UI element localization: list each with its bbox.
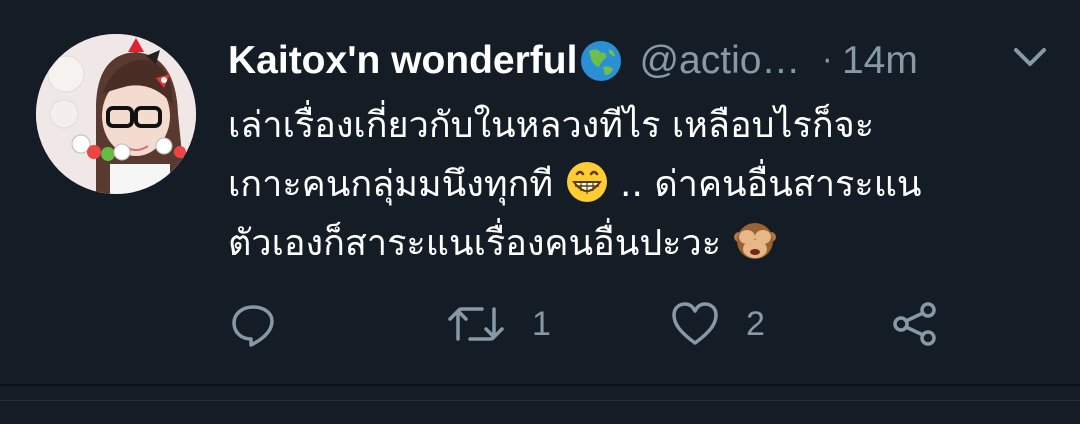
tweet-text-segment: ตัวเองก็สาระแนเรื่องคนอื่นปะวะ [228, 223, 733, 264]
next-tweet-edge [0, 400, 1080, 401]
grinning-face-icon [566, 162, 607, 202]
tweet-text-line: เล่าเรื่องเกี่ยวกับในหลวงทีไร เหลือบไรก็… [228, 96, 1058, 155]
avatar[interactable] [36, 34, 196, 194]
tweet-text-line: เกาะคนกลุ่มมนึงทุกที .. ด่าคนอื่นสาระแน [228, 155, 1058, 214]
tweet-header: Kaitox'n wonderful @actio… · 14m [228, 34, 918, 88]
like-button[interactable]: 2 [670, 296, 765, 352]
tweet-text: เล่าเรื่องเกี่ยวกับในหลวงทีไร เหลือบไรก็… [228, 96, 1058, 273]
see-no-evil-monkey-icon [733, 223, 776, 259]
tweet-text-segment: .. ด่าคนอื่นสาระแน [620, 164, 922, 205]
tweet-text-segment: เกาะคนกลุ่มมนึงทุกที [228, 164, 565, 205]
share-button[interactable] [890, 296, 940, 352]
globe-asia-australia-icon [581, 41, 622, 81]
retweet-icon [448, 307, 504, 341]
chevron-down-icon[interactable] [1010, 42, 1050, 72]
heart-icon [672, 302, 718, 345]
tweet-timestamp[interactable]: 14m [842, 39, 918, 83]
tweet-divider [0, 384, 1080, 386]
meta-separator: · [822, 43, 832, 79]
avatar-image [36, 34, 196, 194]
tweet-text-line: ตัวเองก็สาระแนเรื่องคนอื่นปะวะ [228, 214, 1058, 273]
author-handle[interactable]: @actio… [639, 39, 800, 83]
like-count: 2 [746, 304, 765, 343]
reply-button[interactable] [228, 296, 304, 352]
retweet-count: 1 [532, 304, 551, 343]
author-name[interactable]: Kaitox'n wonderful [228, 39, 577, 83]
share-icon [893, 302, 936, 346]
retweet-button[interactable]: 1 [446, 296, 551, 352]
reply-icon [232, 305, 274, 347]
tweet-card[interactable]: Kaitox'n wonderful @actio… · 14m เล่าเรื… [0, 0, 1080, 384]
tweet-actions: 1 2 [228, 296, 988, 352]
tweet-text-segment: เล่าเรื่องเกี่ยวกับในหลวงทีไร เหลือบไรก็… [228, 105, 875, 146]
